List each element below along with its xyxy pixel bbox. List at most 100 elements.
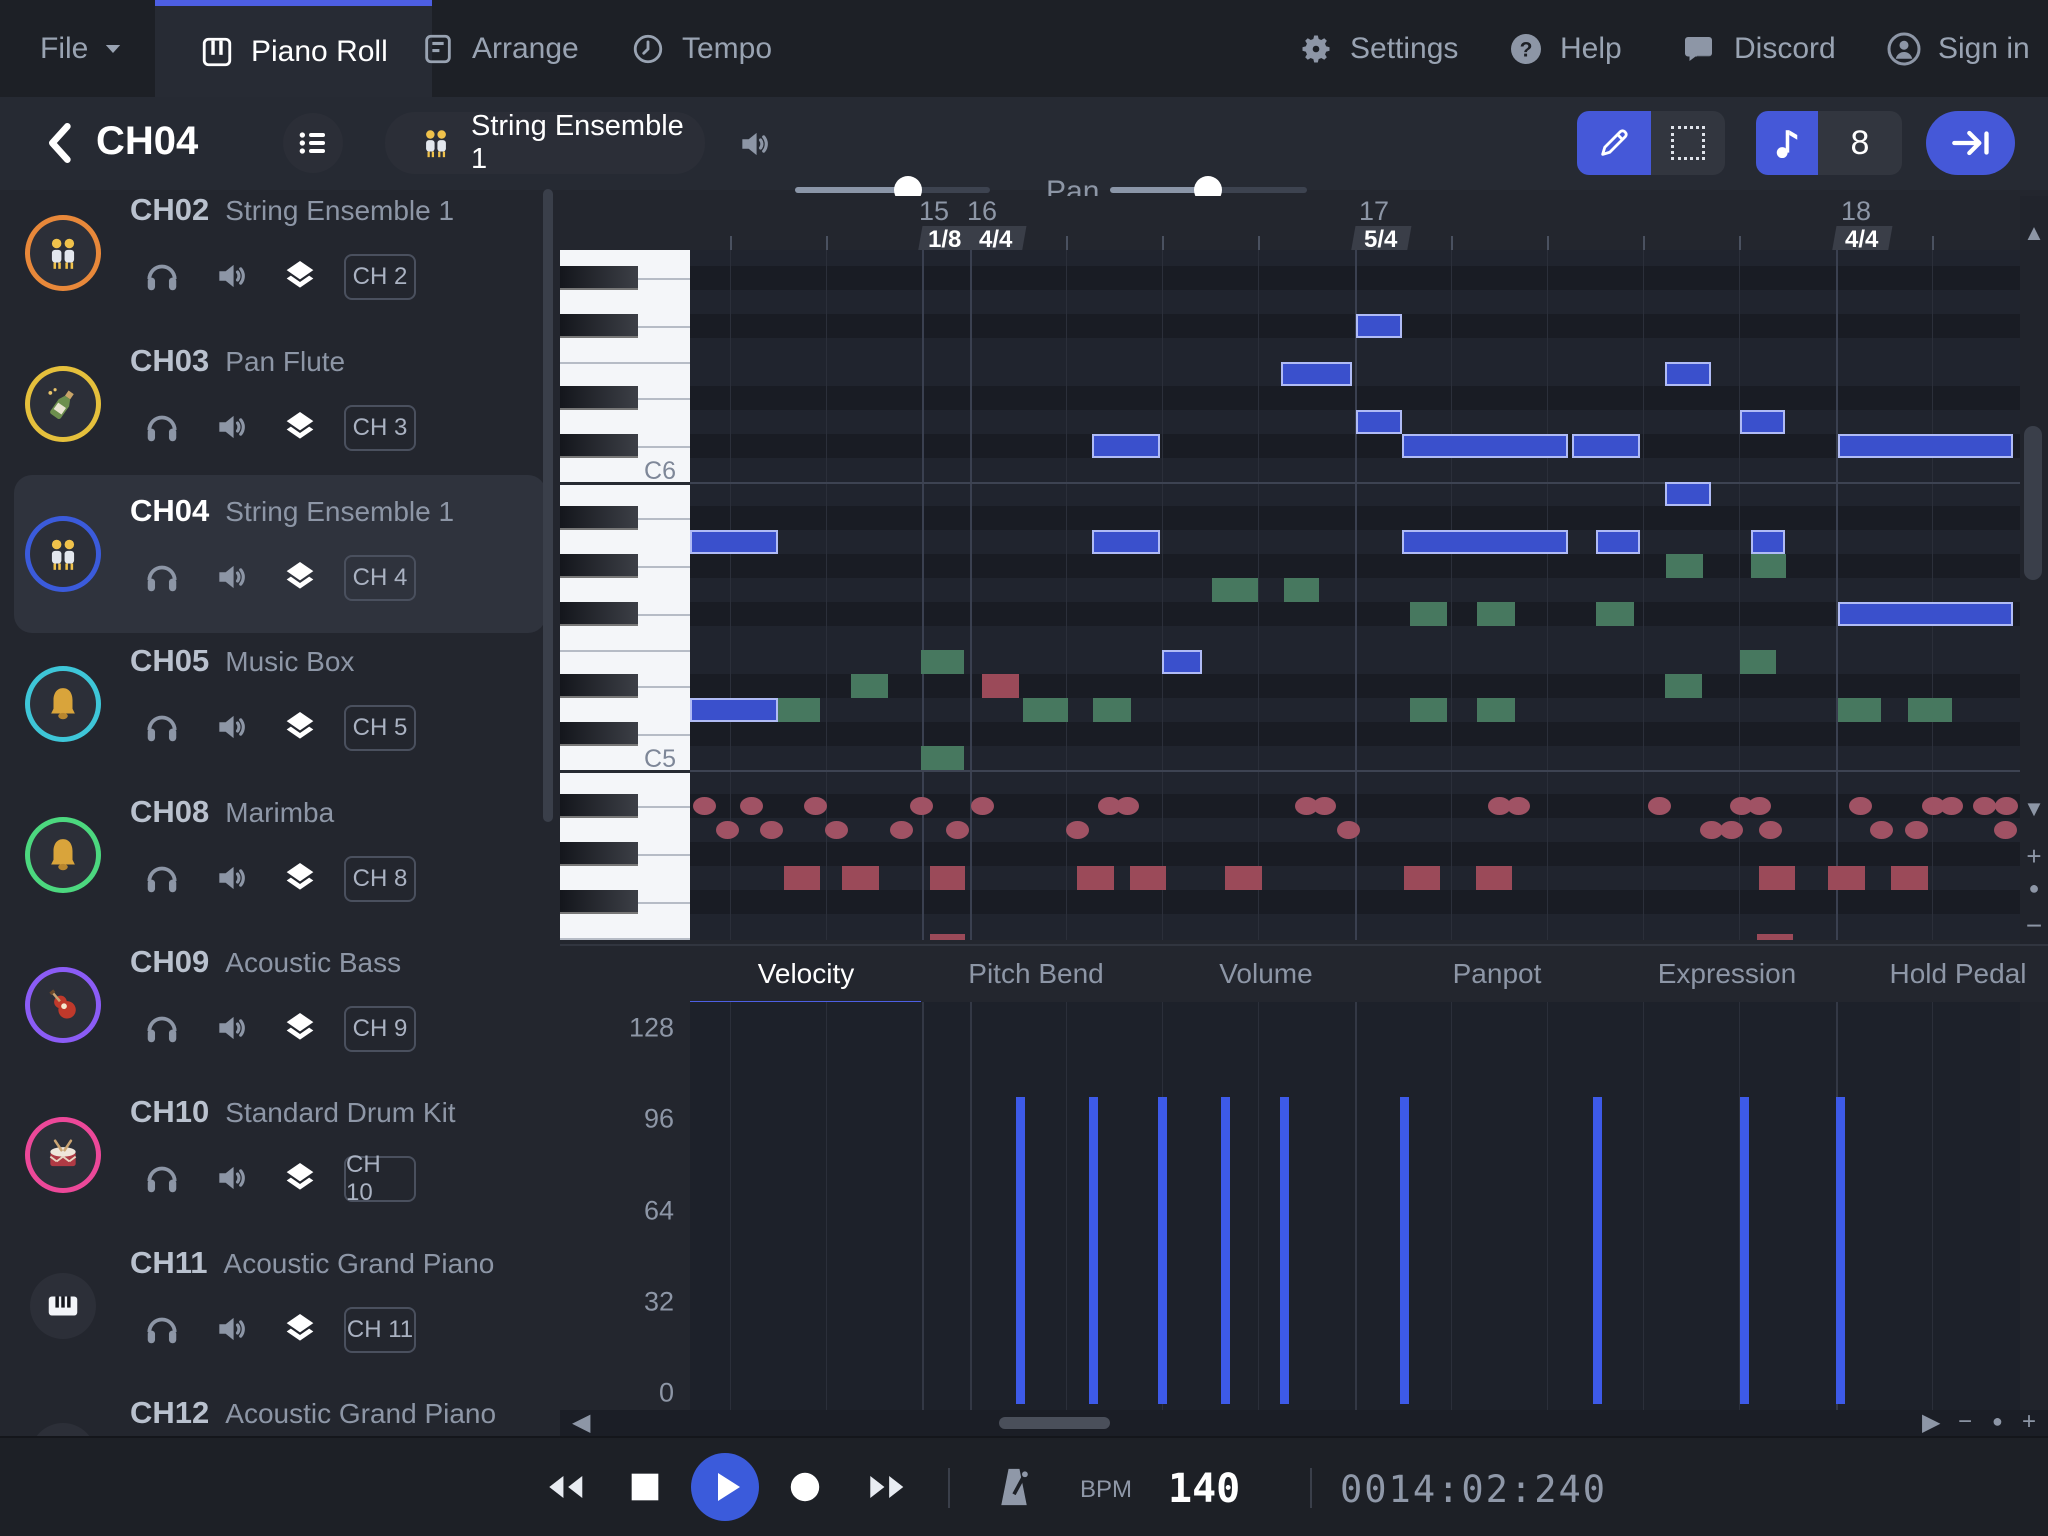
file-menu[interactable]: File bbox=[40, 0, 122, 97]
channel-port-badge[interactable]: CH 10 bbox=[344, 1156, 416, 1202]
midi-note-other-channel[interactable] bbox=[1410, 698, 1447, 722]
midi-note-other-channel[interactable] bbox=[1740, 650, 1776, 674]
velocity-bar[interactable] bbox=[1221, 1097, 1230, 1404]
channel-port-badge[interactable]: CH 11 bbox=[344, 1307, 416, 1353]
pencil-tool-button[interactable] bbox=[1577, 111, 1651, 175]
drum-hit-dot[interactable] bbox=[1337, 821, 1360, 839]
velocity-plot[interactable] bbox=[690, 1002, 2020, 1410]
rewind-button[interactable] bbox=[543, 1472, 587, 1502]
speaker-icon[interactable] bbox=[210, 555, 254, 599]
fast-forward-button[interactable] bbox=[864, 1472, 908, 1502]
drum-hit-dot[interactable] bbox=[1994, 821, 2017, 839]
drum-hit-dot[interactable] bbox=[1759, 821, 1782, 839]
channel-row-ch09[interactable]: CH09Acoustic BassCH 9 bbox=[0, 930, 560, 1080]
black-key[interactable] bbox=[560, 266, 638, 290]
channel-row-ch02[interactable]: CH02String Ensemble 1CH 2 bbox=[0, 190, 560, 328]
midi-note-other-channel[interactable] bbox=[1093, 698, 1131, 722]
midi-note-selected-channel[interactable] bbox=[1596, 530, 1640, 554]
tab-piano-roll[interactable]: Piano Roll bbox=[155, 0, 432, 97]
drum-hit-dot[interactable] bbox=[825, 821, 848, 839]
channel-avatar[interactable] bbox=[30, 1273, 96, 1339]
black-key[interactable] bbox=[560, 890, 638, 914]
layers-icon[interactable] bbox=[278, 555, 322, 599]
velocity-bar[interactable] bbox=[1280, 1097, 1289, 1404]
metronome-icon[interactable] bbox=[994, 1465, 1034, 1509]
black-key[interactable] bbox=[560, 506, 638, 530]
channel-port-badge[interactable]: CH 8 bbox=[344, 856, 416, 902]
midi-note-drum[interactable] bbox=[1130, 866, 1166, 890]
drum-hit-dot[interactable] bbox=[946, 821, 969, 839]
horizontal-scrollbar[interactable] bbox=[999, 1417, 1110, 1429]
midi-note-drum[interactable] bbox=[1476, 866, 1512, 890]
headphones-icon[interactable] bbox=[140, 555, 184, 599]
midi-note-other-channel[interactable] bbox=[1751, 554, 1786, 578]
midi-note-other-channel[interactable] bbox=[1477, 602, 1515, 626]
black-key[interactable] bbox=[560, 314, 638, 338]
midi-note-other-channel[interactable] bbox=[778, 698, 820, 722]
midi-note-selected-channel[interactable] bbox=[1838, 602, 2013, 626]
help-button[interactable]: ? Help bbox=[1508, 0, 1622, 97]
layers-icon[interactable] bbox=[278, 705, 322, 749]
scroll-right-icon[interactable]: ▶ bbox=[1922, 1408, 1940, 1437]
channel-row-ch03[interactable]: CH03Pan FluteCH 3 bbox=[0, 329, 560, 479]
midi-note-other-channel[interactable] bbox=[1596, 602, 1634, 626]
velocity-bar[interactable] bbox=[1593, 1097, 1602, 1404]
headphones-icon[interactable] bbox=[140, 856, 184, 900]
drum-hit-dot[interactable] bbox=[1849, 797, 1872, 815]
black-key[interactable] bbox=[560, 602, 638, 626]
time-signature-badge[interactable]: 4/4 bbox=[966, 226, 1027, 250]
zoom-out-horizontal-icon[interactable]: − bbox=[1958, 1408, 1972, 1436]
midi-note-selected-channel[interactable] bbox=[1356, 410, 1402, 434]
play-button[interactable] bbox=[690, 1452, 760, 1522]
bpm-value[interactable]: 140 bbox=[1168, 1466, 1240, 1512]
drum-hit-dot[interactable] bbox=[1940, 797, 1963, 815]
timeline-ruler[interactable]: 151/8164/4175/4184/4 bbox=[690, 196, 2020, 250]
channel-avatar[interactable] bbox=[30, 1423, 96, 1436]
drum-hit-dot[interactable] bbox=[1507, 797, 1530, 815]
scroll-up-icon[interactable]: ▲ bbox=[2020, 220, 2048, 246]
select-tool-button[interactable] bbox=[1651, 111, 1725, 175]
black-key[interactable] bbox=[560, 386, 638, 410]
midi-note-other-channel[interactable] bbox=[921, 746, 964, 770]
midi-note-drum[interactable] bbox=[842, 866, 879, 890]
speaker-icon[interactable] bbox=[210, 405, 254, 449]
channel-port-badge[interactable]: CH 4 bbox=[344, 555, 416, 601]
black-key[interactable] bbox=[560, 842, 638, 866]
black-key[interactable] bbox=[560, 794, 638, 818]
tab-pitch-bend[interactable]: Pitch Bend bbox=[968, 958, 1103, 990]
layers-icon[interactable] bbox=[278, 1156, 322, 1200]
midi-note-drum[interactable] bbox=[1759, 866, 1795, 890]
channel-port-badge[interactable]: CH 2 bbox=[344, 254, 416, 300]
midi-note-selected-channel[interactable] bbox=[1402, 530, 1568, 554]
midi-note-selected-channel[interactable] bbox=[690, 698, 778, 722]
tab-hold-pedal[interactable]: Hold Pedal bbox=[1890, 958, 2027, 990]
channel-row-ch04[interactable]: CH04String Ensemble 1CH 4 bbox=[0, 479, 560, 629]
stop-button[interactable] bbox=[630, 1472, 660, 1502]
channel-avatar[interactable] bbox=[30, 371, 96, 437]
drum-hit-dot[interactable] bbox=[1720, 821, 1743, 839]
drum-hit-dot[interactable] bbox=[1648, 797, 1671, 815]
midi-note-selected-channel[interactable] bbox=[1838, 434, 2013, 458]
midi-note-selected-channel[interactable] bbox=[690, 530, 778, 554]
layers-icon[interactable] bbox=[278, 1006, 322, 1050]
velocity-bar[interactable] bbox=[1158, 1097, 1167, 1404]
speaker-icon[interactable] bbox=[210, 254, 254, 298]
drum-hit-dot[interactable] bbox=[1066, 821, 1089, 839]
scroll-left-icon[interactable]: ◀ bbox=[572, 1408, 590, 1437]
midi-note-other-channel[interactable] bbox=[1838, 698, 1881, 722]
midi-note-selected-channel[interactable] bbox=[1572, 434, 1640, 458]
channel-row-ch05[interactable]: CH05Music BoxCH 5 bbox=[0, 629, 560, 779]
channel-avatar[interactable] bbox=[30, 521, 96, 587]
headphones-icon[interactable] bbox=[140, 1006, 184, 1050]
midi-note-drum[interactable] bbox=[1757, 934, 1793, 940]
channel-row-ch10[interactable]: CH10Standard Drum KitCH 10 bbox=[0, 1080, 560, 1230]
midi-note-other-channel[interactable] bbox=[1212, 578, 1258, 602]
midi-note-drum[interactable] bbox=[1225, 866, 1262, 890]
drum-hit-dot[interactable] bbox=[693, 797, 716, 815]
velocity-bar[interactable] bbox=[1836, 1097, 1845, 1404]
tab-volume[interactable]: Volume bbox=[1219, 958, 1312, 990]
midi-note-selected-channel[interactable] bbox=[1740, 410, 1785, 434]
midi-note-selected-channel[interactable] bbox=[1356, 314, 1402, 338]
drum-hit-dot[interactable] bbox=[760, 821, 783, 839]
midi-note-other-channel[interactable] bbox=[1908, 698, 1952, 722]
